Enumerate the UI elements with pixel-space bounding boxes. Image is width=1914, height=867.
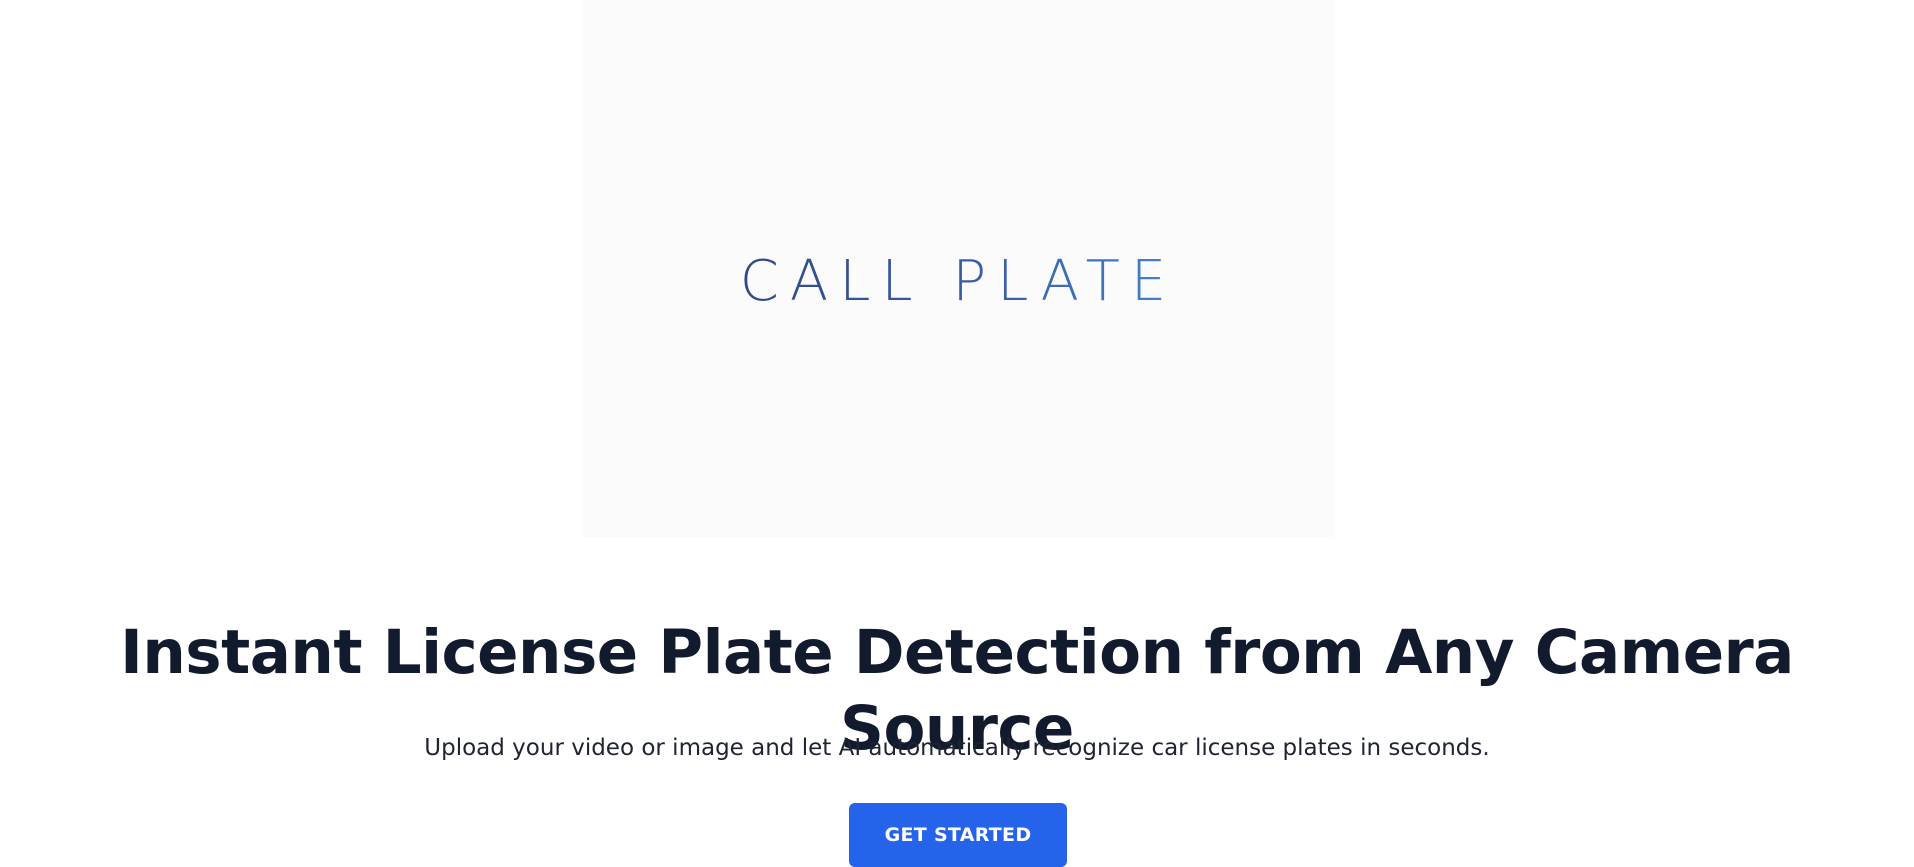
brand-logo: CALL PLATE bbox=[583, 252, 1334, 312]
page-subtitle: Upload your video or image and let AI au… bbox=[424, 735, 1490, 761]
landing-page: CALL PLATE Instant License Plate Detecti… bbox=[0, 0, 1914, 867]
get-started-button[interactable]: GET STARTED bbox=[849, 803, 1067, 867]
hero-logo-image: CALL PLATE bbox=[583, 0, 1334, 537]
